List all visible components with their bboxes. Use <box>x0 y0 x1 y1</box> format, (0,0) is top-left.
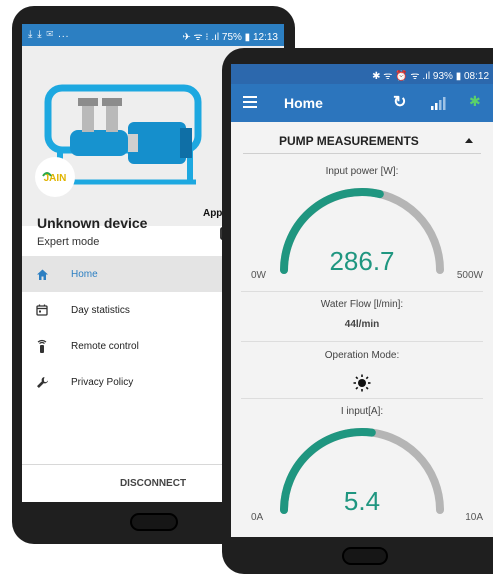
phone-left-home-button[interactable] <box>130 513 178 531</box>
separator <box>241 398 483 399</box>
current-min-label: 0A <box>251 512 264 523</box>
status-left-icons: ⤓ ⤓ ✉ ... <box>28 29 70 40</box>
remote-icon <box>35 339 49 353</box>
device-name: Unknown device <box>37 215 148 231</box>
separator <box>241 291 483 292</box>
current-value: 5.4 <box>343 486 381 516</box>
status-right-text: ✈ ᯤ ⁝ .ıl 75% ▮ 12:13 <box>182 32 278 43</box>
collapse-caret-icon[interactable] <box>465 138 473 143</box>
app-bar: Home ↻ ✱ <box>231 84 493 122</box>
nav-label-day-statistics: Day statistics <box>71 304 130 316</box>
input-power-min-label: 0W <box>251 270 266 281</box>
nav-label-remote-control: Remote control <box>71 340 139 352</box>
mode-label: Expert mode <box>37 236 100 248</box>
status-right-text: ✱ ᯤ ⏰ ᯤ .ıl 93% ▮ 08:12 <box>372 71 489 82</box>
current-label: I input[A]: <box>340 406 384 417</box>
status-bar: ⤓ ⤓ ✉ ... ✈ ᯤ ⁝ .ıl 75% ▮ 12:13 <box>22 24 284 46</box>
separator <box>241 341 483 342</box>
water-flow-value: 44l/min <box>344 319 380 330</box>
menu-icon[interactable] <box>243 96 257 108</box>
phone-right-home-button[interactable] <box>342 547 388 565</box>
bluetooth-icon: ✱ <box>469 93 481 109</box>
logo-text: JAIN <box>44 173 67 184</box>
nav-label-privacy-policy: Privacy Policy <box>71 376 134 388</box>
calendar-icon <box>35 303 49 317</box>
refresh-icon[interactable]: ↻ <box>393 92 406 112</box>
operation-mode-label: Operation Mode: <box>324 350 400 361</box>
section-header[interactable]: PUMP MEASUREMENTS <box>243 128 481 154</box>
section-title: PUMP MEASUREMENTS <box>279 134 419 148</box>
water-flow-label: Water Flow [l/min]: <box>320 299 404 310</box>
input-power-max-label: 500W <box>456 270 483 281</box>
input-power-value: 286.7 <box>329 246 395 276</box>
nav-label-home: Home <box>71 268 98 280</box>
status-bar: ✱ ᯤ ⏰ ᯤ .ıl 93% ▮ 08:12 <box>231 64 493 84</box>
home-icon <box>35 267 49 281</box>
current-max-label: 10A <box>465 512 483 523</box>
measurements-panel: PUMP MEASUREMENTS Input power [W]: 286.7… <box>231 122 493 537</box>
page-title: Home <box>284 95 323 111</box>
phone-right-screen: ✱ ᯤ ⏰ ᯤ .ıl 93% ▮ 08:12 Home ↻ ✱ PUMP ME… <box>231 64 493 537</box>
signal-strength-icon <box>431 97 446 110</box>
sun-icon <box>353 374 371 392</box>
input-power-label: Input power [W]: <box>325 166 399 177</box>
wrench-icon <box>35 375 49 389</box>
jain-logo-icon: JAIN <box>35 157 75 197</box>
